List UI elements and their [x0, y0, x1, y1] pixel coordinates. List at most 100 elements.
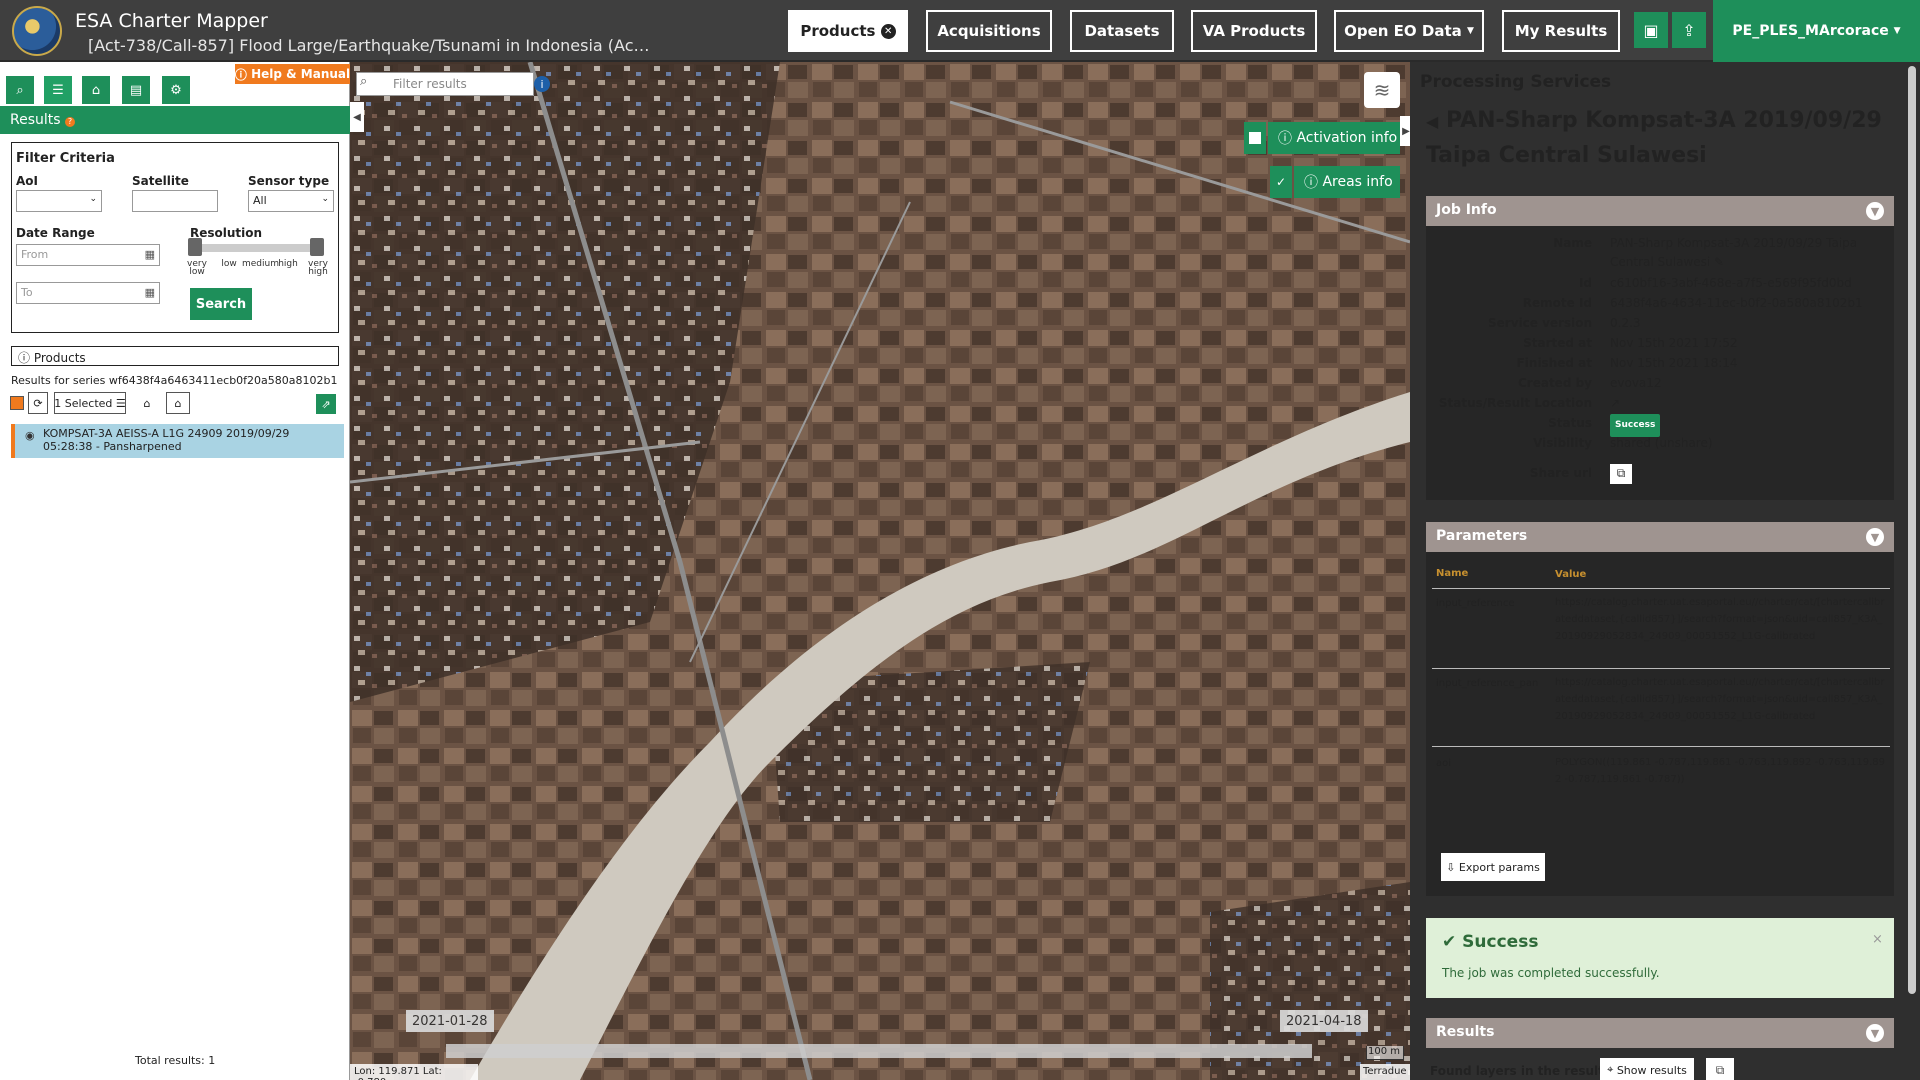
share-icon[interactable]: ⇗	[316, 394, 336, 414]
divider	[1432, 668, 1890, 669]
globe-icon: ◉	[25, 429, 35, 442]
date-to-input[interactable]: To ▦	[16, 282, 160, 304]
calendar-icon[interactable]: ▦	[145, 286, 155, 299]
list-item[interactable]: ◉ KOMPSAT-3A AEISS-A L1G 24909 2019/09/29…	[11, 424, 344, 458]
param-value-header: Value	[1555, 569, 1587, 580]
briefcase-icon[interactable]: ▣	[1634, 12, 1668, 48]
nav-acquisitions-button[interactable]: Acquisitions	[926, 10, 1052, 52]
copy-icon[interactable]: ⧉	[1610, 464, 1632, 484]
param-value: POLYGON((119.861 -0.787,119.861 -0.763,1…	[1555, 757, 1885, 785]
areas-info-checkbox[interactable]: ✓	[1270, 166, 1292, 198]
user-menu[interactable]: PE_PLES_MArcorace ▼	[1713, 0, 1920, 62]
chevron-down-icon[interactable]: ▼	[1866, 202, 1884, 220]
chevron-down-icon[interactable]: ▼	[1866, 1024, 1884, 1042]
success-title: ✔ Success	[1442, 932, 1539, 952]
copy-icon[interactable]: ⧉	[1706, 1058, 1734, 1080]
info-key: Remote Id	[1522, 296, 1592, 310]
result-location-link[interactable]: ↗	[1610, 394, 1894, 413]
info-value: evova12	[1610, 376, 1662, 390]
divider	[1432, 588, 1890, 589]
pin-icon: ⌖	[1607, 1063, 1614, 1076]
filter-results-input[interactable]: Filter results	[356, 72, 534, 96]
job-title: ◀ PAN-Sharp Kompsat-3A 2019/09/29 Taipa …	[1426, 108, 1882, 168]
export-params-button[interactable]: ⇩ Export params	[1441, 853, 1545, 881]
res-tick: high	[278, 259, 298, 269]
upload-icon[interactable]: ⇪	[1672, 12, 1706, 48]
nav-my-results-button[interactable]: My Results	[1502, 10, 1620, 52]
sensor-type-select[interactable]: All ⌄	[248, 190, 334, 212]
sensor-type-label: Sensor type	[248, 174, 330, 188]
esa-logo-icon[interactable]	[12, 6, 62, 56]
job-info-header[interactable]: Job Info ▼	[1426, 196, 1894, 226]
success-alert: ✔ Success The job was completed successf…	[1426, 918, 1894, 998]
collapse-left-icon[interactable]: ◀	[350, 102, 364, 132]
list-icon[interactable]: ☰	[44, 76, 72, 104]
date-from-input[interactable]: From ▦	[16, 244, 160, 266]
info-key: Status	[1548, 416, 1592, 430]
areas-info-button[interactable]: ⓘ Areas info	[1294, 166, 1400, 198]
nav-products-button[interactable]: Products ✕	[788, 10, 908, 52]
nav-datasets-button[interactable]: Datasets	[1070, 10, 1174, 52]
info-key: Started at	[1523, 336, 1592, 350]
close-icon[interactable]: ✕	[880, 23, 896, 39]
param-name: aoi	[1436, 758, 1452, 769]
resolution-handle-min[interactable]	[188, 238, 202, 256]
info-icon: ⓘ	[1304, 175, 1318, 191]
list-icon: ☰	[115, 396, 126, 410]
refresh-icon[interactable]: ⟳	[28, 392, 48, 414]
map-attribution[interactable]: Terradue	[1360, 1064, 1410, 1080]
search-icon[interactable]: ⌕	[6, 76, 34, 104]
check-icon: ✓	[1275, 175, 1287, 189]
chevron-down-icon: ⌄	[321, 194, 329, 204]
close-icon[interactable]: ×	[1872, 932, 1883, 947]
selected-dropdown[interactable]: 1 Selected ☰	[54, 392, 126, 414]
show-results-button[interactable]: ⌖ Show results	[1600, 1058, 1694, 1080]
activation-info-button[interactable]: ⓘ Activation info	[1268, 122, 1400, 154]
series-text: Results for series wf6438f4a6463411ecb0f…	[11, 374, 338, 387]
results-section-header[interactable]: Results ▼	[1426, 1018, 1894, 1048]
map-view[interactable]	[350, 62, 1410, 1080]
res-tick: very high	[308, 259, 328, 277]
aoi-select[interactable]: ⌄	[16, 190, 102, 212]
info-key: Created by	[1517, 376, 1592, 390]
param-value: https://catalog.charter.uat.esaportal.eu…	[1555, 677, 1885, 722]
res-tick: very low	[187, 259, 207, 277]
resolution-handle-max[interactable]	[310, 238, 324, 256]
help-manual-button[interactable]: ⓘ Help & Manual	[235, 64, 350, 84]
help-icon[interactable]: ?	[65, 117, 76, 127]
box-icon[interactable]: ▤	[122, 76, 150, 104]
nav-open-eo-data-dropdown[interactable]: Open EO Data ▼	[1334, 10, 1484, 52]
layers-icon[interactable]: ≋	[1364, 72, 1400, 108]
info-key: Id	[1578, 276, 1592, 290]
search-button[interactable]: Search	[190, 288, 252, 320]
visibility-value[interactable]: shared (unshare)	[1610, 434, 1894, 453]
basket-icon[interactable]: ⌂	[82, 76, 110, 104]
basket-all-icon[interactable]: ⌂	[166, 392, 190, 414]
info-icon: ⓘ	[1278, 131, 1292, 147]
satellite-input[interactable]	[132, 190, 218, 212]
panel-title: Processing Services	[1420, 72, 1612, 92]
back-icon[interactable]: ◀	[1426, 112, 1438, 131]
info-value: PAN-Sharp Kompsat-3A 2019/09/29 Taipa Ce…	[1610, 236, 1858, 269]
parameters-header[interactable]: Parameters ▼	[1426, 522, 1894, 552]
scrollbar[interactable]	[1908, 66, 1916, 994]
calendar-icon[interactable]: ▦	[145, 248, 155, 261]
timeline-slider[interactable]	[446, 1044, 1312, 1058]
checkbox-icon	[1249, 132, 1261, 144]
resolution-slider[interactable]	[190, 244, 322, 252]
timeline-end-date: 2021-04-18	[1280, 1010, 1368, 1032]
check-circle-icon: ✔	[1442, 932, 1457, 952]
select-all-checkbox[interactable]	[10, 396, 24, 410]
info-icon[interactable]: i	[534, 76, 550, 92]
info-value: c610bf16-3abf-468e-a7f5-e569f95fd0bd	[1610, 276, 1852, 290]
info-key: Share url	[1529, 466, 1592, 480]
activation-info-checkbox[interactable]	[1244, 122, 1266, 154]
products-header: ⓘ Products	[11, 346, 339, 366]
info-key: Name	[1553, 236, 1592, 250]
gear-icon[interactable]: ⚙	[162, 76, 190, 104]
nav-va-products-button[interactable]: VA Products	[1191, 10, 1317, 52]
caret-down-icon: ▼	[1466, 26, 1474, 36]
chevron-down-icon[interactable]: ▼	[1866, 528, 1884, 546]
add-to-basket-icon[interactable]: ⌂	[136, 392, 158, 414]
chevron-down-icon: ⌄	[89, 194, 97, 204]
